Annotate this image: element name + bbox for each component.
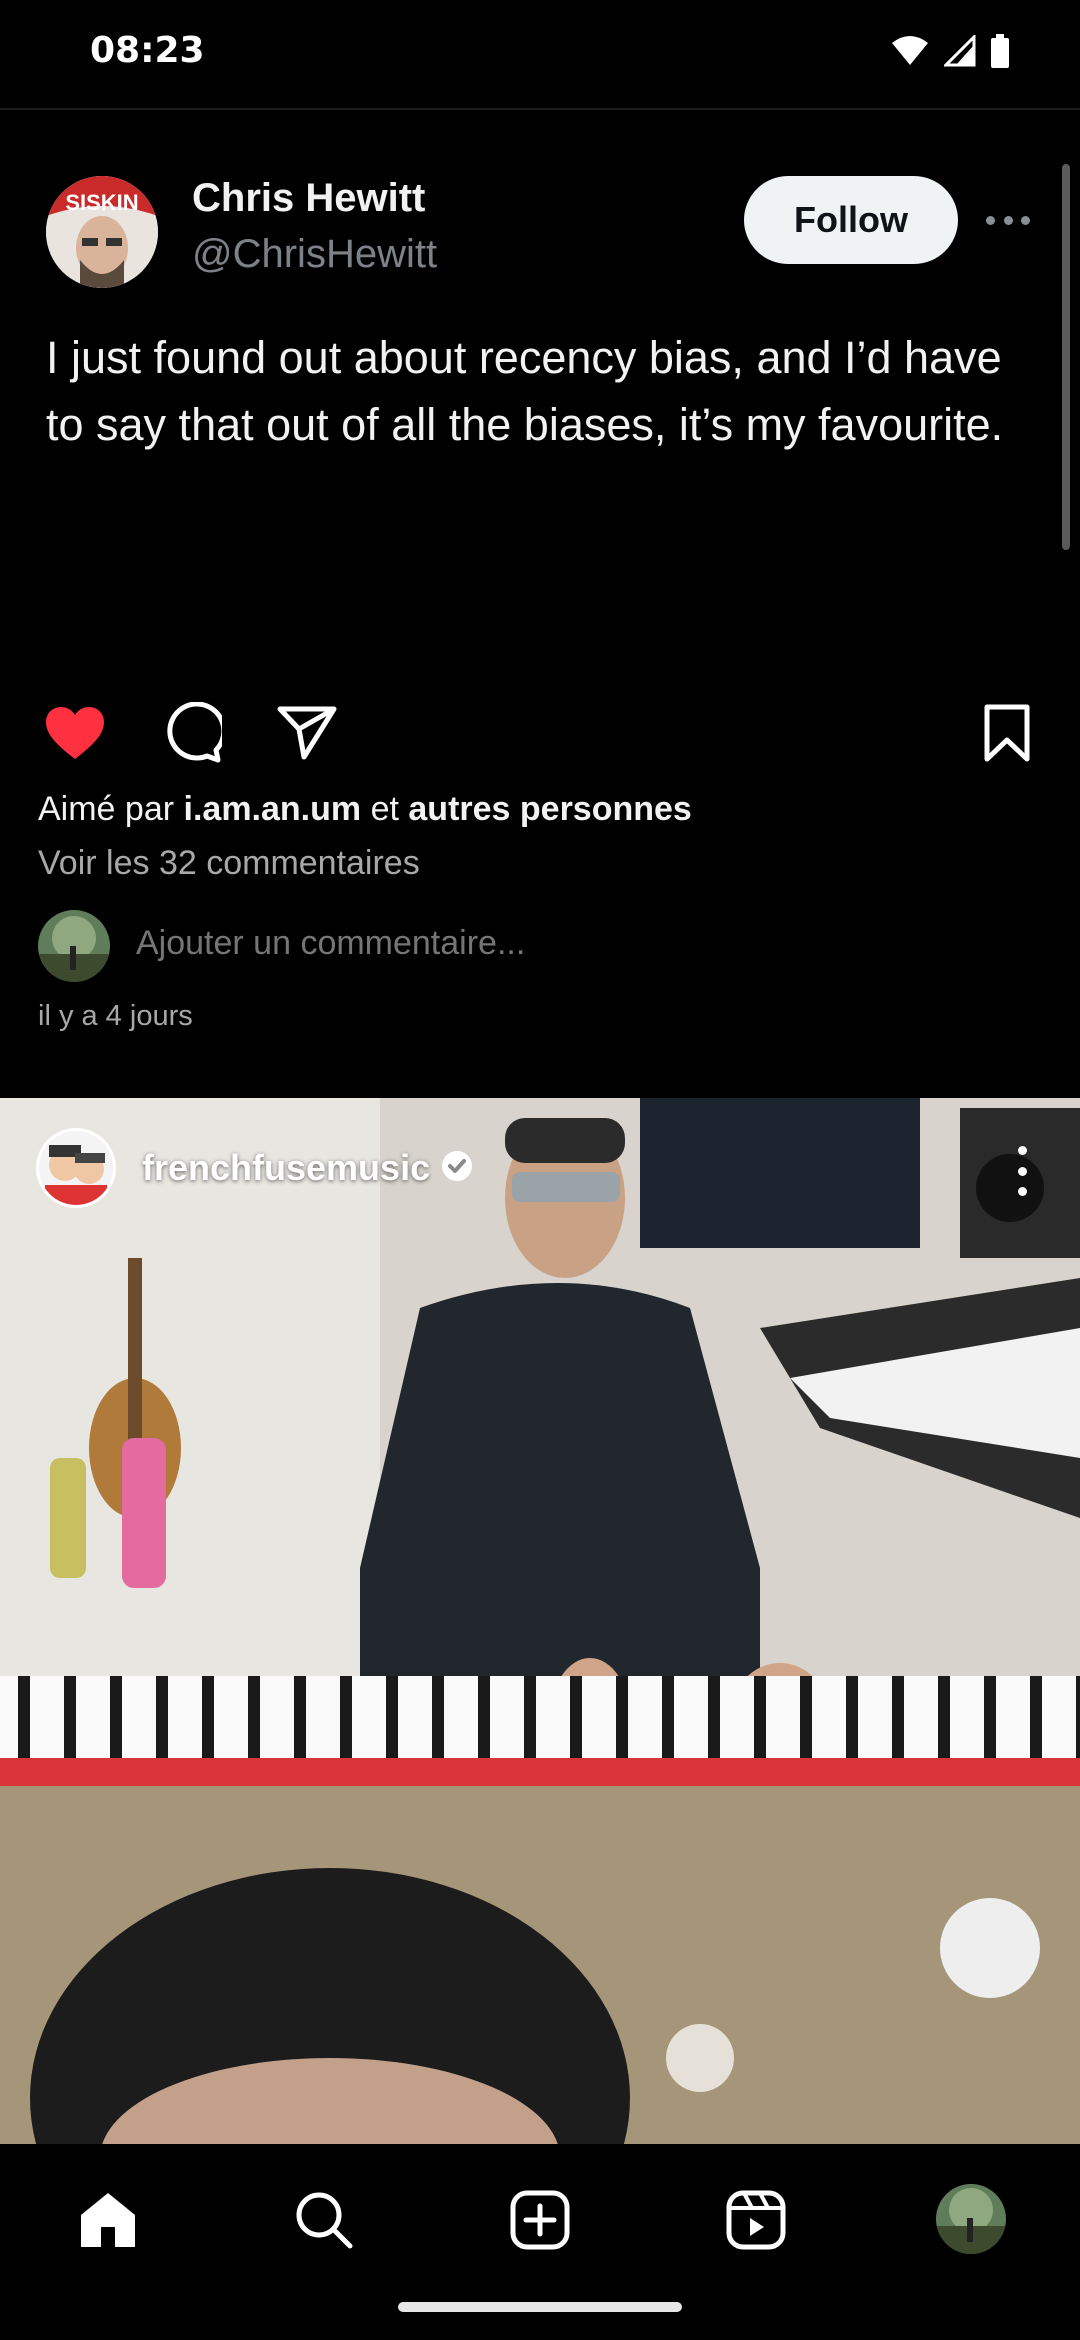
create-icon	[510, 2190, 570, 2250]
battery-icon	[990, 34, 1010, 73]
reel-header[interactable]: frenchfusemusic	[36, 1128, 474, 1208]
liked-by-others[interactable]: autres personnes	[408, 790, 691, 828]
like-button[interactable]	[40, 698, 110, 768]
tweet-author-name[interactable]: Chris Hewitt	[192, 176, 425, 221]
liked-by[interactable]: Aimé par i.am.an.um et autres personnes	[38, 790, 692, 829]
piano-keys	[0, 1676, 1080, 1758]
save-button[interactable]	[972, 698, 1042, 768]
nav-profile-avatar[interactable]	[936, 2184, 1006, 2254]
heart-icon	[46, 707, 104, 759]
verified-badge-icon	[440, 1149, 474, 1188]
reel-video[interactable]: frenchfusemusic	[0, 1098, 1080, 2144]
status-bar: 08:23	[0, 0, 1080, 108]
follow-button[interactable]: Follow	[744, 176, 958, 264]
tweet-author-avatar[interactable]: SISKIN	[46, 176, 158, 288]
search-icon	[296, 2192, 353, 2249]
status-time: 08:23	[90, 30, 205, 71]
cell-signal-icon	[942, 33, 976, 72]
reel-more-icon[interactable]	[1012, 1146, 1032, 1196]
share-button[interactable]	[272, 698, 342, 768]
tweet-card[interactable]: SISKIN Chris Hewitt @ChrisHewitt Follow …	[0, 110, 1080, 670]
svg-text:SISKIN: SISKIN	[65, 190, 138, 215]
wifi-icon	[890, 35, 930, 72]
nav-search[interactable]	[284, 2180, 364, 2260]
liked-by-conj: et	[370, 790, 399, 828]
tweet-more-icon[interactable]	[986, 210, 1030, 230]
status-icons	[890, 33, 1010, 73]
tweet-author-handle[interactable]: @ChrisHewitt	[192, 232, 437, 277]
liked-by-prefix: Aimé par	[38, 790, 175, 828]
home-indicator[interactable]	[398, 2302, 682, 2312]
scrollbar[interactable]	[1062, 164, 1070, 550]
reel-author-avatar[interactable]	[36, 1128, 116, 1208]
nav-home[interactable]	[68, 2180, 148, 2260]
add-comment-input[interactable]	[136, 924, 936, 963]
send-icon	[277, 706, 337, 760]
bookmark-icon	[984, 704, 1030, 762]
reels-icon	[726, 2190, 786, 2250]
reel-author-name[interactable]: frenchfusemusic	[142, 1147, 430, 1189]
tweet-text: I just found out about recency bias, and…	[46, 332, 1004, 450]
video-frame	[0, 1098, 1080, 2144]
home-icon	[81, 2193, 135, 2247]
current-user-avatar	[38, 910, 110, 982]
post-timestamp: il y a 4 jours	[38, 1000, 193, 1032]
comment-button[interactable]	[156, 698, 226, 768]
comment-icon	[167, 702, 222, 763]
liked-by-user[interactable]: i.am.an.um	[184, 790, 362, 828]
nav-reels[interactable]	[716, 2180, 796, 2260]
nav-create[interactable]	[500, 2180, 580, 2260]
post-actions	[0, 680, 1080, 780]
view-comments-link[interactable]: Voir les 32 commentaires	[38, 844, 420, 883]
